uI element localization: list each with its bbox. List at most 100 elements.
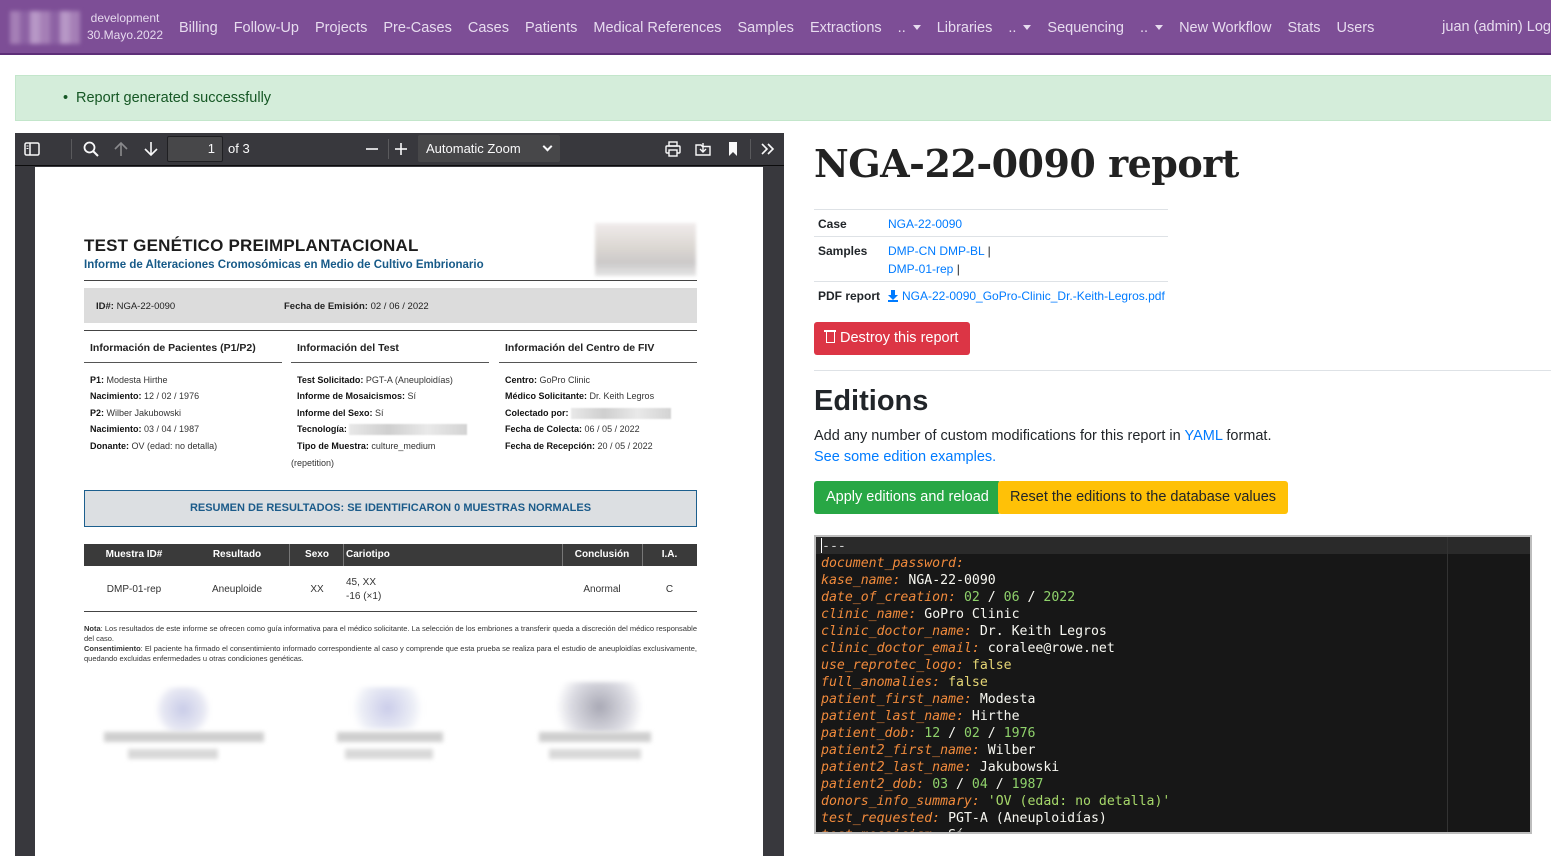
field-value: PGT-A (Aneuploidías) <box>365 375 453 385</box>
editor-line: date_of_creation: 02 / 06 / 2022 <box>821 590 1076 605</box>
nav-item[interactable]: Sequencing <box>1039 20 1132 36</box>
yaml-editor[interactable]: --- document_password: kase_name: NGA-22-0… <box>814 535 1532 834</box>
bookmark-icon[interactable] <box>724 140 742 158</box>
signature-name <box>104 732 264 742</box>
destroy-report-button[interactable]: Destroy this report <box>814 322 971 355</box>
nav-item[interactable]: Patients <box>517 20 585 36</box>
patients-section-title: Información de Pacientes (P1/P2) <box>90 342 256 354</box>
redacted-value <box>571 408 672 420</box>
yaml-value: 03 / 04 / 1987 <box>932 777 1044 792</box>
save-icon[interactable] <box>694 140 712 158</box>
signature-role <box>549 749 641 759</box>
field-label: Centro: <box>505 375 537 385</box>
nav-item[interactable]: Users <box>1329 20 1383 36</box>
nav-item[interactable]: .. <box>1000 20 1039 36</box>
print-icon[interactable] <box>664 140 682 158</box>
nav-item[interactable]: Stats <box>1279 20 1328 36</box>
nav-item-label: Extractions <box>809 19 882 36</box>
editor-line: donors_info_summary: 'OV (edad: no detal… <box>821 794 1171 809</box>
nav-item[interactable]: Samples <box>730 20 802 36</box>
zoom-in-icon[interactable] <box>392 140 410 158</box>
nav-item-label: .. <box>897 19 906 36</box>
results-summary: RESUMEN DE RESULTADOS: SE IDENTIFICARON … <box>84 490 697 527</box>
th-resultado: Resultado <box>212 549 262 560</box>
signature-role <box>128 749 218 759</box>
nav-item[interactable]: Follow-Up <box>226 20 307 36</box>
pdf-download-link[interactable]: NGA-22-0090_GoPro-Clinic_Dr.-Keith-Legro… <box>888 287 1165 305</box>
yaml-key: test_requested <box>821 811 933 826</box>
nav-item[interactable]: Billing <box>171 20 226 36</box>
nav-user-menu[interactable]: juan (admin) Log <box>1442 0 1551 55</box>
nav-item-label: Billing <box>179 19 218 36</box>
field-value: GoPro Clinic <box>539 375 591 385</box>
sidebar-toggle-icon[interactable] <box>23 140 41 158</box>
td-resultado: Aneuploide <box>211 584 263 595</box>
field-label: P2: <box>90 408 105 418</box>
caret-down-icon <box>1023 25 1032 30</box>
editor-line: use_reprotec_logo: false <box>821 658 1012 673</box>
id-box: ID#: NGA-22-0090 Fecha de Emisión: 02 / … <box>84 288 697 323</box>
nav-item[interactable]: Pre-Cases <box>375 20 460 36</box>
nav-item-label: Sequencing <box>1047 19 1124 36</box>
th-cariotipo: Cariotipo <box>346 549 390 560</box>
yaml-value: 02 / 06 / 2022 <box>963 590 1076 605</box>
toolbar-separator <box>388 139 389 159</box>
success-alert: Report generated successfully <box>15 75 1551 121</box>
editions-desc-text-end: format. <box>1222 428 1272 444</box>
th-conclusion: Conclusión <box>574 549 630 560</box>
editor-line: kase_name: NGA-22-0090 <box>821 573 996 588</box>
nav-item[interactable]: Extractions <box>802 20 890 36</box>
sample-link[interactable]: DMP-BL <box>939 244 984 258</box>
info-row-samples: Samples DMP-CN DMP-BL | DMP-01-rep | <box>814 236 1168 282</box>
editor-line: patient_dob: 12 / 02 / 1976 <box>821 726 1036 741</box>
zoom-out-icon[interactable] <box>363 140 381 158</box>
table-divider <box>343 544 344 566</box>
field-label: Tecnología: <box>297 424 347 434</box>
print-margin <box>1447 537 1448 832</box>
editor-line: patient_first_name: Modesta <box>821 692 1036 707</box>
search-icon[interactable] <box>82 140 100 158</box>
page-number-input[interactable]: 1 <box>167 136 223 162</box>
brand-logo[interactable] <box>10 11 80 44</box>
nav-item[interactable]: .. <box>890 20 929 36</box>
nav-item-label: Projects <box>314 19 368 36</box>
yaml-value: Jakubowski <box>979 760 1060 775</box>
field-label: Médico Solicitante: <box>505 391 588 401</box>
sample-link[interactable]: DMP-01-rep <box>888 262 953 276</box>
yaml-link[interactable]: YAML <box>1184 428 1222 444</box>
nav-item[interactable]: New Workflow <box>1171 20 1279 36</box>
sample-link[interactable]: DMP-CN <box>888 244 936 258</box>
edition-examples-link[interactable]: See some edition examples. <box>814 449 996 465</box>
zoom-select[interactable]: Automatic Zoom <box>418 135 560 162</box>
id-label: ID#: <box>96 301 114 312</box>
field-medico: Médico Solicitante: Dr. Keith Legros <box>505 391 654 401</box>
redacted-value <box>349 424 468 436</box>
field-value: Modesta Hirthe <box>106 375 168 385</box>
results-table-header: Muestra ID# Resultado Sexo Cariotipo Con… <box>84 544 697 566</box>
th-sexo: Sexo <box>305 549 329 560</box>
apply-editions-button[interactable]: Apply editions and reload <box>814 481 1001 514</box>
nav-item[interactable]: Medical References <box>585 20 729 36</box>
tools-menu-icon[interactable] <box>759 140 777 158</box>
field-value: 03 / 04 / 1987 <box>144 424 200 434</box>
nav-item-label: Users <box>1336 19 1375 36</box>
nav-item[interactable]: Projects <box>307 20 375 36</box>
yaml-doc-start: --- <box>822 539 846 554</box>
field-fcolecta: Fecha de Colecta: 06 / 05 / 2022 <box>505 424 640 434</box>
nav-item[interactable]: Cases <box>460 20 517 36</box>
divider <box>84 362 282 363</box>
nav-item[interactable]: .. <box>1132 20 1171 36</box>
case-label: Case <box>818 217 847 231</box>
next-page-icon[interactable] <box>142 140 160 158</box>
editor-line: clinic_doctor_email: coralee@rowe.net <box>821 641 1115 656</box>
yaml-key: use_reprotec_logo <box>821 658 956 673</box>
field-nac1: Nacimiento: 12 / 02 / 1976 <box>90 391 199 401</box>
yaml-key: clinic_name <box>821 607 909 622</box>
case-link[interactable]: NGA-22-0090 <box>888 215 962 233</box>
previous-page-icon[interactable] <box>112 140 130 158</box>
nav-item[interactable]: Libraries <box>929 20 1001 36</box>
signature-image <box>153 687 213 732</box>
divider <box>84 330 697 331</box>
reset-editions-button[interactable]: Reset the editions to the database value… <box>998 481 1289 514</box>
sample-separator: | <box>956 262 960 276</box>
